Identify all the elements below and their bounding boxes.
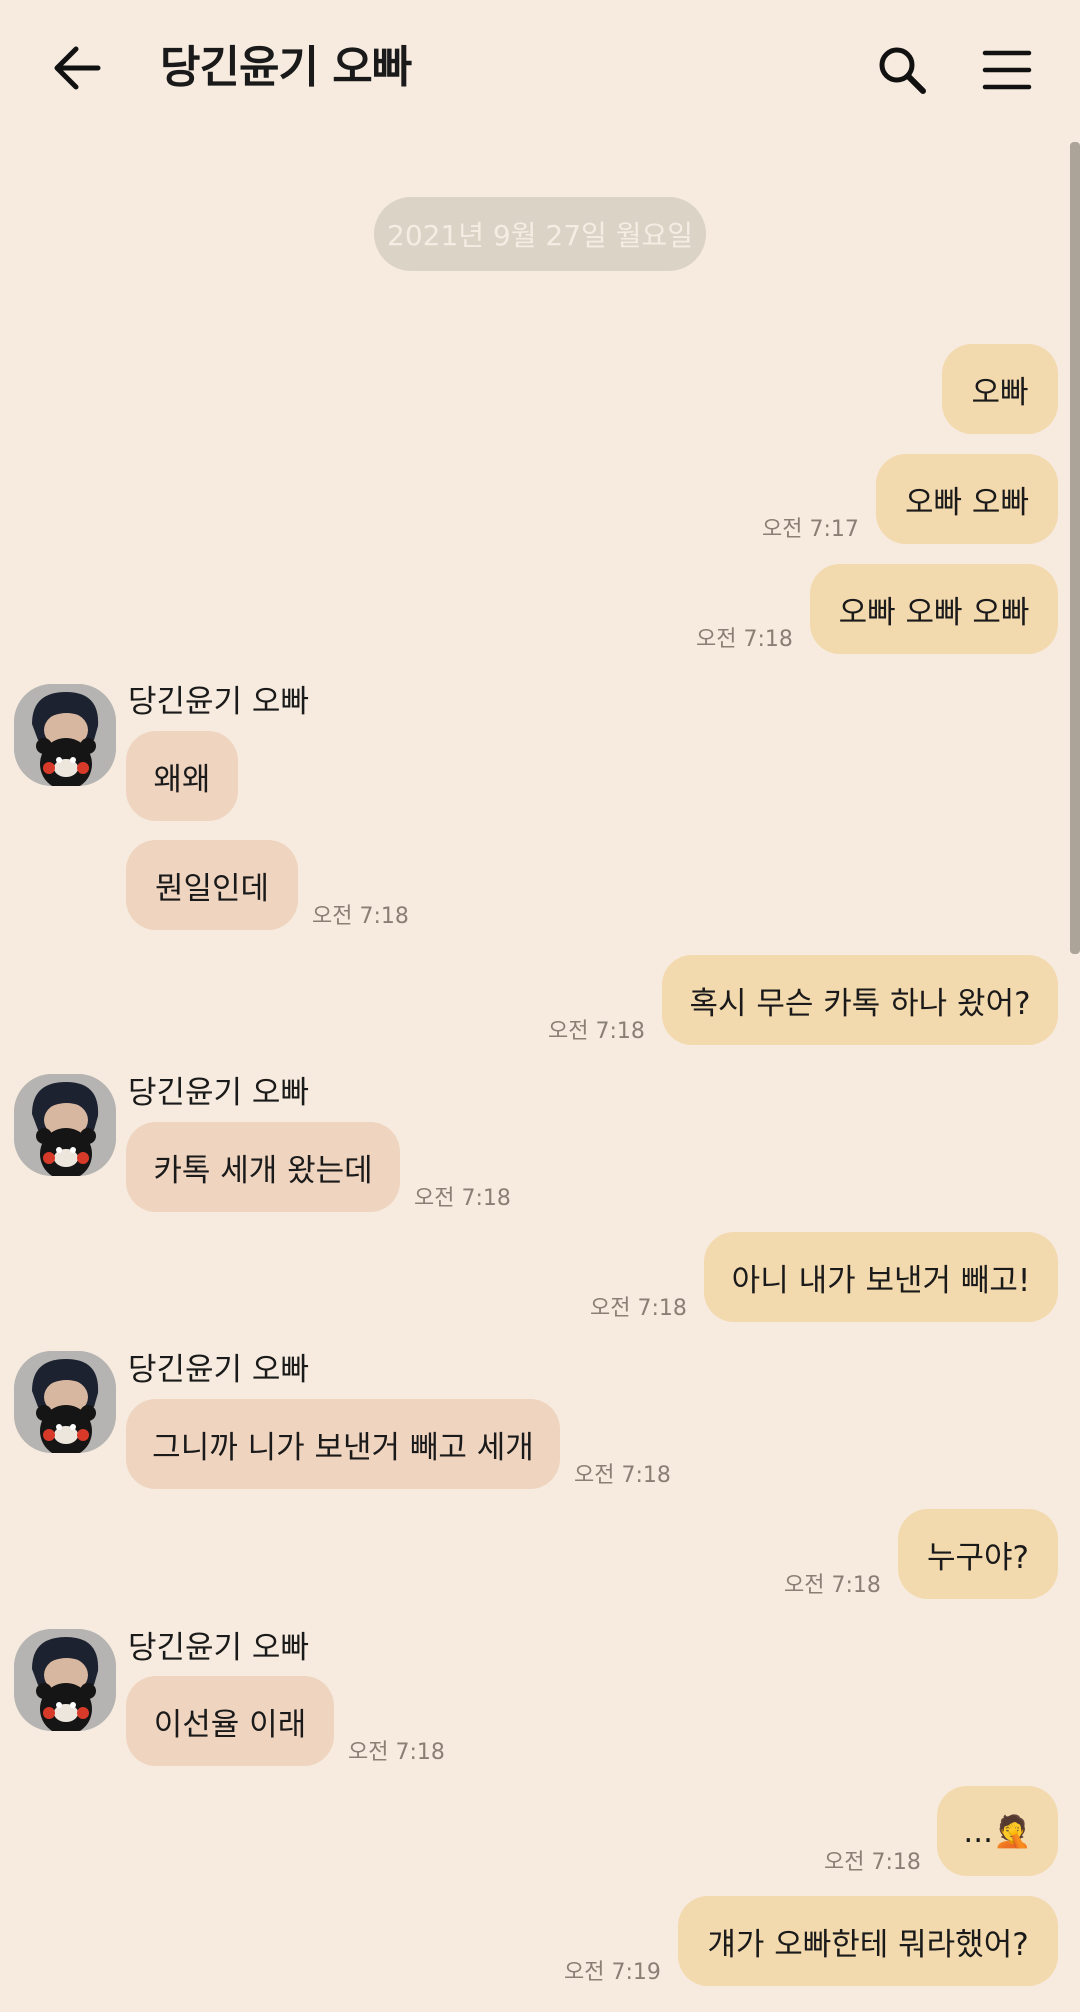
my-message-bubble[interactable]: 누구야? <box>898 1509 1058 1599</box>
sender-name: 당긴윤기 오빠 <box>128 1630 309 1666</box>
contact-avatar[interactable] <box>14 684 116 786</box>
profile-photo-icon <box>14 1629 116 1731</box>
search-icon <box>879 47 926 94</box>
contact-avatar[interactable] <box>14 1074 116 1176</box>
message-timestamp: 오전 7:18 <box>574 1463 671 1488</box>
my-message-bubble[interactable]: ...🤦 <box>937 1786 1058 1876</box>
contact-avatar[interactable] <box>14 1629 116 1731</box>
profile-photo-icon <box>14 1351 116 1453</box>
contact-message-bubble[interactable]: 뭔일인데 <box>126 840 298 930</box>
message-timestamp: 오전 7:18 <box>696 627 793 652</box>
sender-name: 당긴윤기 오빠 <box>128 1352 309 1388</box>
message-timestamp: 오전 7:18 <box>824 1850 921 1875</box>
scrollbar[interactable] <box>1070 142 1080 954</box>
message-timestamp: 오전 7:19 <box>564 1960 661 1985</box>
hamburger-menu-icon <box>982 50 1032 90</box>
contact-avatar[interactable] <box>14 1351 116 1453</box>
message-timestamp: 오전 7:18 <box>312 904 409 929</box>
sender-name: 당긴윤기 오빠 <box>128 684 309 720</box>
contact-message-bubble[interactable]: 이선율 이래 <box>126 1676 334 1766</box>
message-timestamp: 오전 7:17 <box>762 517 859 542</box>
contact-message-bubble[interactable]: 왜왜 <box>126 731 238 821</box>
back-button[interactable] <box>44 38 110 98</box>
sender-name: 당긴윤기 오빠 <box>128 1075 309 1111</box>
chat-title: 당긴윤기 오빠 <box>160 42 412 93</box>
my-message-bubble[interactable]: 걔가 오빠한테 뭐라했어? <box>678 1896 1058 1986</box>
message-timestamp: 오전 7:18 <box>548 1019 645 1044</box>
my-message-bubble[interactable]: 오빠 <box>942 344 1058 434</box>
my-message-bubble[interactable]: 오빠 오빠 오빠 <box>810 564 1058 654</box>
contact-message-bubble[interactable]: 카톡 세개 왔는데 <box>126 1122 400 1212</box>
arrow-left-icon <box>54 46 101 90</box>
my-message-bubble[interactable]: 아니 내가 보낸거 빼고! <box>704 1232 1058 1322</box>
profile-photo-icon <box>14 684 116 786</box>
date-divider: 2021년 9월 27일 월요일 <box>374 197 706 271</box>
chat-header: 당긴윤기 오빠 <box>0 0 1080 140</box>
message-timestamp: 오전 7:18 <box>784 1573 881 1598</box>
message-timestamp: 오전 7:18 <box>348 1740 445 1765</box>
my-message-bubble[interactable]: 혹시 무슨 카톡 하나 왔어? <box>662 955 1058 1045</box>
message-timestamp: 오전 7:18 <box>590 1296 687 1321</box>
search-button[interactable] <box>870 38 934 102</box>
contact-message-bubble[interactable]: 그니까 니가 보낸거 빼고 세개 <box>126 1399 560 1489</box>
my-message-bubble[interactable]: 오빠 오빠 <box>876 454 1058 544</box>
message-timestamp: 오전 7:18 <box>414 1186 511 1211</box>
menu-button[interactable] <box>976 38 1038 102</box>
profile-photo-icon <box>14 1074 116 1176</box>
